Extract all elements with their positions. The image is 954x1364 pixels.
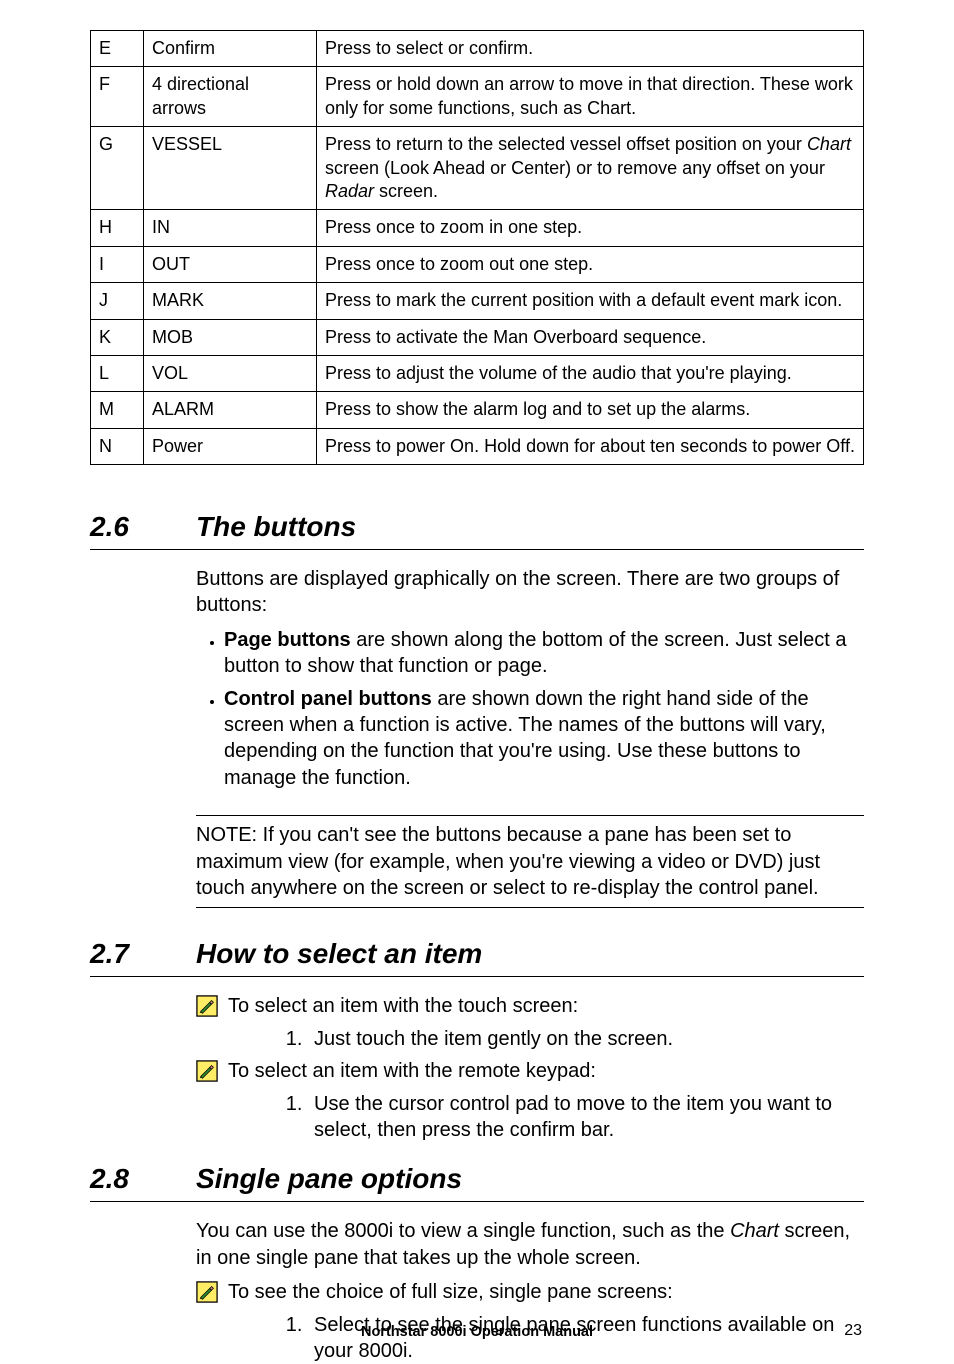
divider [196, 907, 864, 908]
section-body: You can use the 8000i to view a single f… [196, 1218, 864, 1271]
row-desc: Press to activate the Man Overboard sequ… [317, 319, 864, 355]
row-desc: Press to select or confirm. [317, 31, 864, 67]
table-row: M ALARM Press to show the alarm log and … [91, 392, 864, 428]
step-list: Use the cursor control pad to move to th… [280, 1091, 864, 1144]
row-desc: Press to power On. Hold down for about t… [317, 428, 864, 464]
row-id: F [91, 67, 144, 127]
procedure-intro-text: To see the choice of full size, single p… [228, 1279, 673, 1305]
row-name: 4 directional arrows [144, 67, 317, 127]
note-text: NOTE: If you can't see the buttons becau… [196, 822, 864, 901]
list-item: Control panel buttons are shown down the… [224, 686, 864, 792]
manual-title: Northstar 8000i Operation Manual [361, 1324, 593, 1340]
table-row: F 4 directional arrows Press or hold dow… [91, 67, 864, 127]
section-body: Buttons are displayed graphically on the… [196, 566, 864, 908]
table-row: I OUT Press once to zoom out one step. [91, 246, 864, 282]
divider [196, 815, 864, 816]
section-number: 2.8 [90, 1163, 160, 1195]
table-row: N Power Press to power On. Hold down for… [91, 428, 864, 464]
row-desc: Press to mark the current position with … [317, 283, 864, 319]
row-id: L [91, 355, 144, 391]
row-name: MARK [144, 283, 317, 319]
divider [90, 1201, 864, 1202]
row-id: H [91, 210, 144, 246]
procedure-intro: To select an item with the touch screen: [196, 993, 864, 1019]
row-name: ALARM [144, 392, 317, 428]
row-id: J [91, 283, 144, 319]
page-number: 23 [844, 1322, 862, 1340]
row-id: N [91, 428, 144, 464]
row-id: K [91, 319, 144, 355]
divider [90, 976, 864, 977]
section-heading: 2.8 Single pane options [90, 1163, 864, 1195]
step-list: Just touch the item gently on the screen… [280, 1026, 864, 1052]
step-item: Just touch the item gently on the screen… [308, 1026, 864, 1052]
row-id: G [91, 127, 144, 210]
pencil-icon [196, 1060, 218, 1082]
key-reference-table: E Confirm Press to select or confirm. F … [90, 30, 864, 465]
page-footer: Northstar 8000i Operation Manual 23 [0, 1324, 954, 1340]
row-name: VOL [144, 355, 317, 391]
paragraph: You can use the 8000i to view a single f… [196, 1218, 864, 1271]
row-desc: Press to show the alarm log and to set u… [317, 392, 864, 428]
table-row: E Confirm Press to select or confirm. [91, 31, 864, 67]
row-desc: Press to adjust the volume of the audio … [317, 355, 864, 391]
paragraph: Buttons are displayed graphically on the… [196, 566, 864, 619]
table-row: K MOB Press to activate the Man Overboar… [91, 319, 864, 355]
section-number: 2.7 [90, 938, 160, 970]
table-row: L VOL Press to adjust the volume of the … [91, 355, 864, 391]
row-name: VESSEL [144, 127, 317, 210]
row-desc: Press to return to the selected vessel o… [317, 127, 864, 210]
row-id: M [91, 392, 144, 428]
section-title: How to select an item [196, 938, 482, 970]
row-id: E [91, 31, 144, 67]
row-name: OUT [144, 246, 317, 282]
section-heading: 2.6 The buttons [90, 511, 864, 543]
row-name: MOB [144, 319, 317, 355]
row-desc: Press or hold down an arrow to move in t… [317, 67, 864, 127]
procedure-intro-text: To select an item with the touch screen: [228, 993, 578, 1019]
section-title: Single pane options [196, 1163, 462, 1195]
row-desc: Press once to zoom in one step. [317, 210, 864, 246]
procedure-intro: To select an item with the remote keypad… [196, 1058, 864, 1084]
section-number: 2.6 [90, 511, 160, 543]
table-row: G VESSEL Press to return to the selected… [91, 127, 864, 210]
row-name: IN [144, 210, 317, 246]
procedure-intro-text: To select an item with the remote keypad… [228, 1058, 596, 1084]
row-name: Confirm [144, 31, 317, 67]
list-item: Page buttons are shown along the bottom … [224, 627, 864, 680]
pencil-icon [196, 1281, 218, 1303]
procedure-intro: To see the choice of full size, single p… [196, 1279, 864, 1305]
pencil-icon [196, 995, 218, 1017]
divider [90, 549, 864, 550]
table-row: J MARK Press to mark the current positio… [91, 283, 864, 319]
step-item: Use the cursor control pad to move to th… [308, 1091, 864, 1144]
table-row: H IN Press once to zoom in one step. [91, 210, 864, 246]
section-title: The buttons [196, 511, 356, 543]
row-desc: Press once to zoom out one step. [317, 246, 864, 282]
row-id: I [91, 246, 144, 282]
section-heading: 2.7 How to select an item [90, 938, 864, 970]
row-name: Power [144, 428, 317, 464]
